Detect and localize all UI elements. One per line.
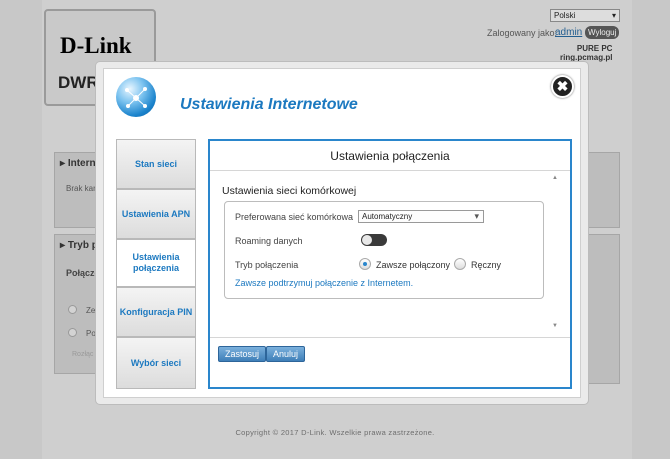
scroll-down-icon[interactable]: ▼ [552,323,558,329]
cellular-settings-group: Preferowana sieć komórkowa Automatyczny … [224,201,544,299]
model-name: DWR [58,73,99,92]
roaming-label: Roaming danych [235,236,303,246]
preferred-network-select[interactable]: Automatyczny [358,210,484,223]
toggle-knob [362,235,372,245]
nav-item-pin-config[interactable]: Konfiguracja PIN [116,287,196,337]
background-radio-1 [68,305,77,314]
background-panel-title-2: ▸ Tryb p [60,240,98,251]
close-icon[interactable]: ✖ [551,75,574,98]
background-panel-title: ▸ Interne [60,158,102,169]
login-label: Zalogowany jako: [487,28,558,38]
background-panel-right-2 [588,234,620,384]
modal-body: Ustawienia Internetowe Stan sieci Ustawi… [103,68,581,398]
nav-item-network-selection[interactable]: Wybór sieci [116,337,196,389]
radio-manual-label[interactable]: Ręczny [471,260,501,270]
nav-item-network-status[interactable]: Stan sieci [116,139,196,189]
language-select[interactable]: Polski [550,9,620,22]
roaming-toggle[interactable] [361,234,387,246]
apply-button[interactable]: Zastosuj [218,346,267,362]
nav-item-apn-settings[interactable]: Ustawienia APN [116,189,196,239]
scrollbar[interactable]: ▲ ▼ [551,173,561,331]
radio-manual[interactable] [454,258,466,270]
button-row: Zastosuj Anuluj [210,337,570,387]
content-header: Ustawienia połączenia [210,141,570,171]
logout-button[interactable]: Wyloguj [585,26,620,39]
background-radio-2-label: Po [86,329,96,338]
nav-item-connection-settings[interactable]: Ustawienia połączenia [116,239,196,287]
footer-copyright: Copyright © 2017 D-Link. Wszelkie prawa … [235,428,435,437]
background-panel-small: Rozłąc [72,351,94,358]
section-title: Ustawienia sieci komórkowej [222,185,357,197]
background-radio-1-label: Ze [86,306,96,315]
watermark: PURE PC ring.pcmag.pl [560,44,613,62]
modal-title: Ustawienia Internetowe [180,96,358,113]
cancel-button[interactable]: Anuluj [266,346,306,362]
side-nav: Stan sieci Ustawienia APN Ustawienia poł… [116,139,196,391]
scroll-up-icon[interactable]: ▲ [552,175,558,181]
content-title: Ustawienia połączenia [330,149,450,163]
background-radio-2 [68,328,77,337]
connection-hint: Zawsze podtrzymuj połączenie z Internete… [235,278,414,288]
brand-logo: D-Link [60,33,132,58]
background-panel-right-1 [588,152,620,228]
internet-globe-icon [116,77,156,117]
radio-always-connected[interactable] [359,258,371,270]
connection-mode-label: Tryb połączenia [235,260,299,270]
content-panel: Ustawienia połączenia Ustawienia sieci k… [208,139,572,389]
settings-modal: Ustawienia Internetowe Stan sieci Ustawi… [96,62,588,404]
login-user-link[interactable]: admin [555,27,582,38]
background-panel-text: Brak kar [66,184,96,193]
preferred-network-label: Preferowana sieć komórkowa [235,212,354,222]
radio-always-connected-label[interactable]: Zawsze połączony [376,260,450,270]
